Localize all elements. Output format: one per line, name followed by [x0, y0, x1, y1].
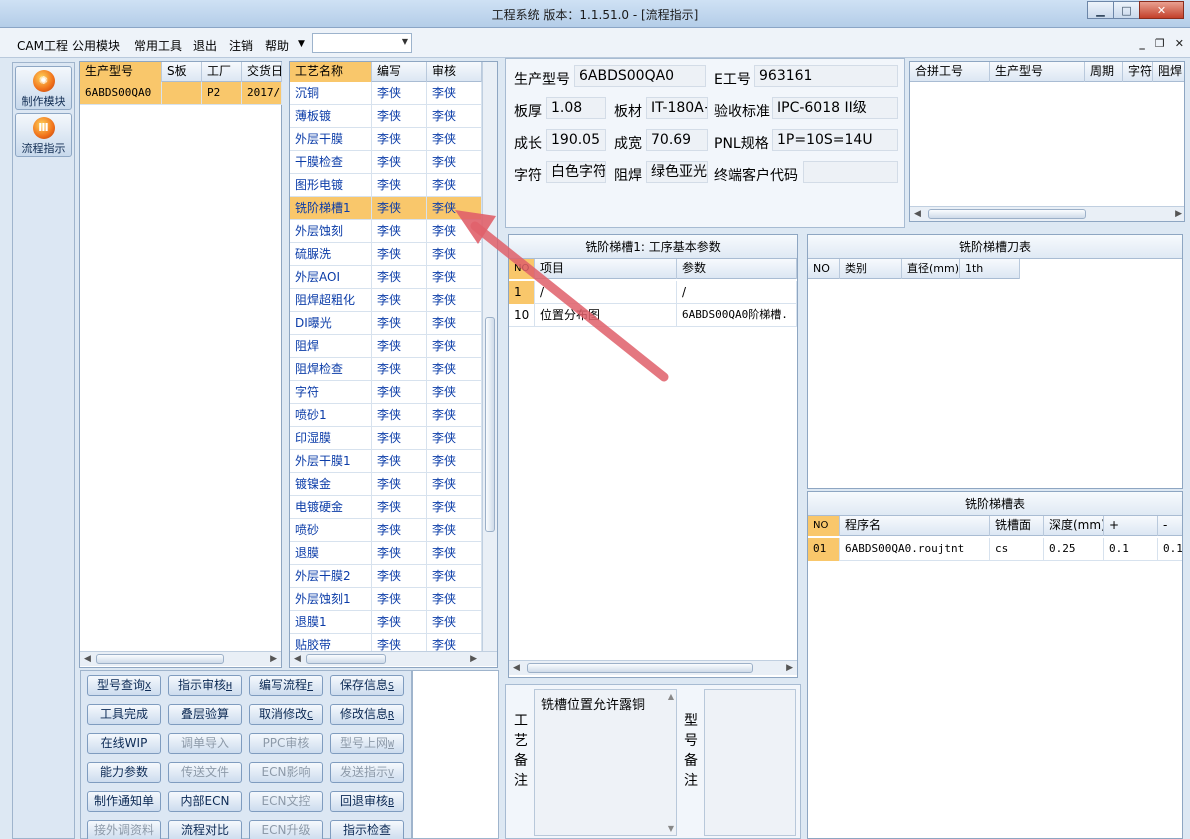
arrow-shaft: [470, 221, 669, 382]
annotation-arrow: [455, 210, 669, 382]
